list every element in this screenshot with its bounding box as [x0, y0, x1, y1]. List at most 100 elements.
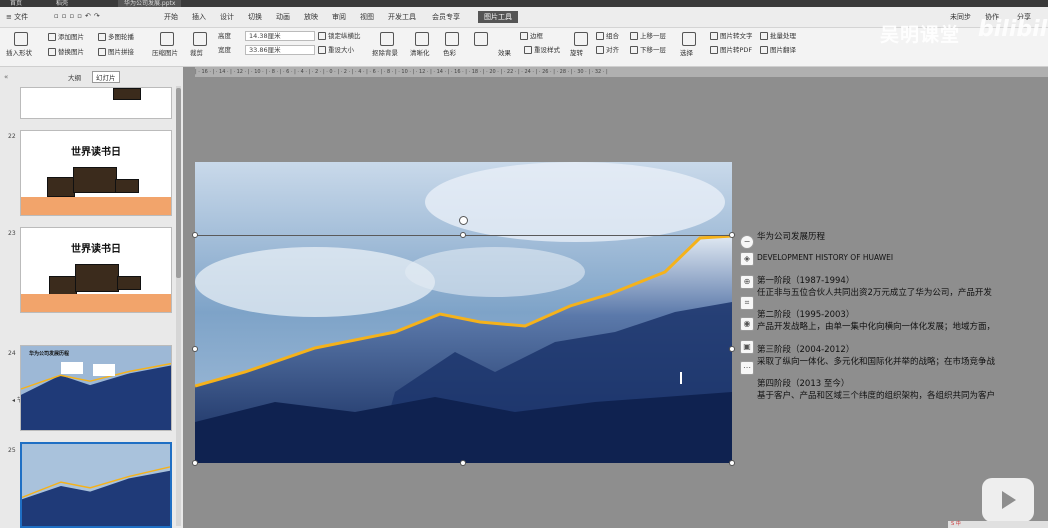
- slide-number: 23: [8, 230, 16, 237]
- add-image-button[interactable]: 添加图片: [48, 33, 84, 42]
- align-button[interactable]: 对齐: [596, 46, 619, 55]
- slide-thumbnail-22[interactable]: 世界读书日: [20, 130, 172, 216]
- slide-thumbnail[interactable]: [20, 87, 172, 119]
- image-translate-button[interactable]: 图片翻译: [760, 46, 796, 55]
- replace-icon: [48, 48, 56, 56]
- slide-number: 25: [8, 447, 16, 454]
- rotate-button[interactable]: 旋转: [570, 49, 583, 58]
- scrollbar-thumb[interactable]: [176, 88, 181, 278]
- effect-button[interactable]: 效果: [498, 49, 511, 58]
- color-button[interactable]: 色彩: [443, 49, 456, 58]
- sharpen-icon: [415, 32, 429, 46]
- slide-subtitle[interactable]: DEVELOPMENT HISTORY OF HUAWEI: [757, 253, 893, 262]
- video-play-button[interactable]: [982, 478, 1034, 522]
- reset-style-icon: [524, 46, 532, 54]
- image-to-text-button[interactable]: 图片转文字: [710, 32, 753, 41]
- slide-thumbnail-24[interactable]: 华为公司发展历程: [20, 345, 172, 431]
- checkbox-icon: [318, 32, 326, 40]
- tab-home[interactable]: 首页: [4, 0, 28, 7]
- menu-slideshow[interactable]: 放映: [304, 12, 318, 22]
- group-button[interactable]: 组合: [596, 32, 619, 41]
- reset-style-button[interactable]: 重设样式: [524, 46, 560, 55]
- sharpen-button[interactable]: 清晰化: [410, 49, 430, 58]
- slide-number: 24: [8, 350, 16, 357]
- menu-developer[interactable]: 开发工具: [388, 12, 416, 22]
- resize-handle[interactable]: [192, 232, 198, 238]
- menu-transition[interactable]: 切换: [248, 12, 262, 22]
- tab-outline[interactable]: 大纲: [68, 72, 81, 82]
- stage-1-heading[interactable]: 第一阶段（1987-1994）: [757, 274, 854, 286]
- batch-process-button[interactable]: 批量处理: [760, 32, 796, 41]
- select-icon: [682, 32, 696, 46]
- image-tool-icon[interactable]: ▣: [740, 340, 754, 354]
- bulb-icon[interactable]: ◉: [740, 317, 754, 331]
- palette-icon: [474, 32, 488, 46]
- reset-size-button[interactable]: 重设大小: [318, 46, 354, 55]
- layer-down-icon: [630, 46, 638, 54]
- minus-icon[interactable]: −: [740, 235, 754, 249]
- resize-handle[interactable]: [729, 232, 735, 238]
- crop-button[interactable]: 裁剪: [190, 49, 203, 58]
- resize-handle[interactable]: [192, 460, 198, 466]
- slide-image[interactable]: [195, 162, 732, 463]
- stage-4-text[interactable]: 基于客户、产品和区域三个纬度的组织架构，各组织共同为客户: [757, 389, 995, 401]
- resize-handle[interactable]: [729, 460, 735, 466]
- mouse-cursor-icon: [680, 372, 688, 384]
- menu-start[interactable]: 开始: [164, 12, 178, 22]
- slide-panel: « 大纲 幻灯片 22 世界读书日 23 世界读书日 ◂ 节1 24 华为公司发…: [0, 67, 183, 528]
- bring-forward-button[interactable]: 上移一层: [630, 32, 666, 41]
- horizontal-ruler: | · 16 · | · 14 · | · 12 · | · 10 · | · …: [195, 67, 1048, 77]
- crop-icon[interactable]: ⌗: [740, 296, 754, 310]
- stage-1-text[interactable]: 任正非与五位合伙人共同出资2万元成立了华为公司，产品开发: [757, 286, 992, 298]
- image-stitch-button[interactable]: 图片拼接: [98, 48, 134, 57]
- menu-review[interactable]: 审阅: [332, 12, 346, 22]
- panel-scrollbar[interactable]: [176, 86, 181, 526]
- thumb-title: 世界读书日: [71, 244, 121, 255]
- thumb-footer: [21, 197, 171, 215]
- tab-document[interactable]: 华为公司发展.pptx: [118, 0, 182, 7]
- layers-icon[interactable]: ◈: [740, 252, 754, 266]
- slide-title[interactable]: 华为公司发展历程: [757, 230, 825, 242]
- height-field[interactable]: 14.38厘米: [245, 31, 315, 41]
- menu-animation[interactable]: 动画: [276, 12, 290, 22]
- play-icon: [1002, 491, 1016, 509]
- zoom-icon[interactable]: ⊕: [740, 275, 754, 289]
- stage-3-text[interactable]: 采取了纵向一体化、多元化和国际化并举的战略；在市场竞争战: [757, 355, 995, 367]
- remove-background-button[interactable]: 抠除背景: [372, 49, 398, 58]
- tab-slides[interactable]: 幻灯片: [92, 71, 120, 83]
- resize-handle[interactable]: [460, 460, 466, 466]
- menu-design[interactable]: 设计: [220, 12, 234, 22]
- slide-thumbnail-23[interactable]: 世界读书日: [20, 227, 172, 313]
- file-menu[interactable]: ≡ 文件: [6, 12, 28, 22]
- menu-insert[interactable]: 插入: [192, 12, 206, 22]
- laptop-image: [113, 88, 141, 100]
- rotate-handle-icon[interactable]: [459, 216, 468, 225]
- more-icon[interactable]: ⋯: [740, 361, 754, 375]
- stage-4-heading[interactable]: 第四阶段（2013 至今）: [757, 377, 849, 389]
- image-to-pdf-button[interactable]: 图片转PDF: [710, 46, 752, 55]
- layer-up-icon: [630, 32, 638, 40]
- compress-image-button[interactable]: 压缩图片: [152, 49, 178, 58]
- stage-2-heading[interactable]: 第二阶段（1995-2003）: [757, 308, 854, 320]
- select-button[interactable]: 选择: [680, 49, 693, 58]
- stage-3-heading[interactable]: 第三阶段（2004-2012）: [757, 343, 854, 355]
- lock-ratio-checkbox[interactable]: 锁定纵横比: [318, 32, 361, 41]
- tab-docer[interactable]: 稻壳: [50, 0, 74, 7]
- border-icon: [520, 32, 528, 40]
- resize-handle[interactable]: [192, 346, 198, 352]
- replace-image-button[interactable]: 替换图片: [48, 48, 84, 57]
- menu-picture-tools[interactable]: 图片工具: [478, 11, 518, 23]
- multi-image-button[interactable]: 多图轮播: [98, 33, 134, 42]
- resize-handle[interactable]: [460, 232, 466, 238]
- border-button[interactable]: 边框: [520, 32, 543, 41]
- title-bar: 首页 稻壳 华为公司发展.pptx: [0, 0, 1048, 7]
- width-field[interactable]: 33.86厘米: [245, 45, 315, 55]
- resize-handle[interactable]: [729, 346, 735, 352]
- quick-access-toolbar[interactable]: ▫▫▫▫↶↷: [54, 12, 103, 20]
- menu-view[interactable]: 视图: [360, 12, 374, 22]
- stage-2-text[interactable]: 产品开发战略上，由单一集中化向横向一体化发展；地域方面，: [757, 320, 995, 332]
- menu-member[interactable]: 会员专享: [432, 12, 460, 22]
- send-backward-button[interactable]: 下移一层: [630, 46, 666, 55]
- insert-shape-button[interactable]: 插入形状: [6, 49, 32, 58]
- slide-thumbnail-25[interactable]: [20, 442, 172, 528]
